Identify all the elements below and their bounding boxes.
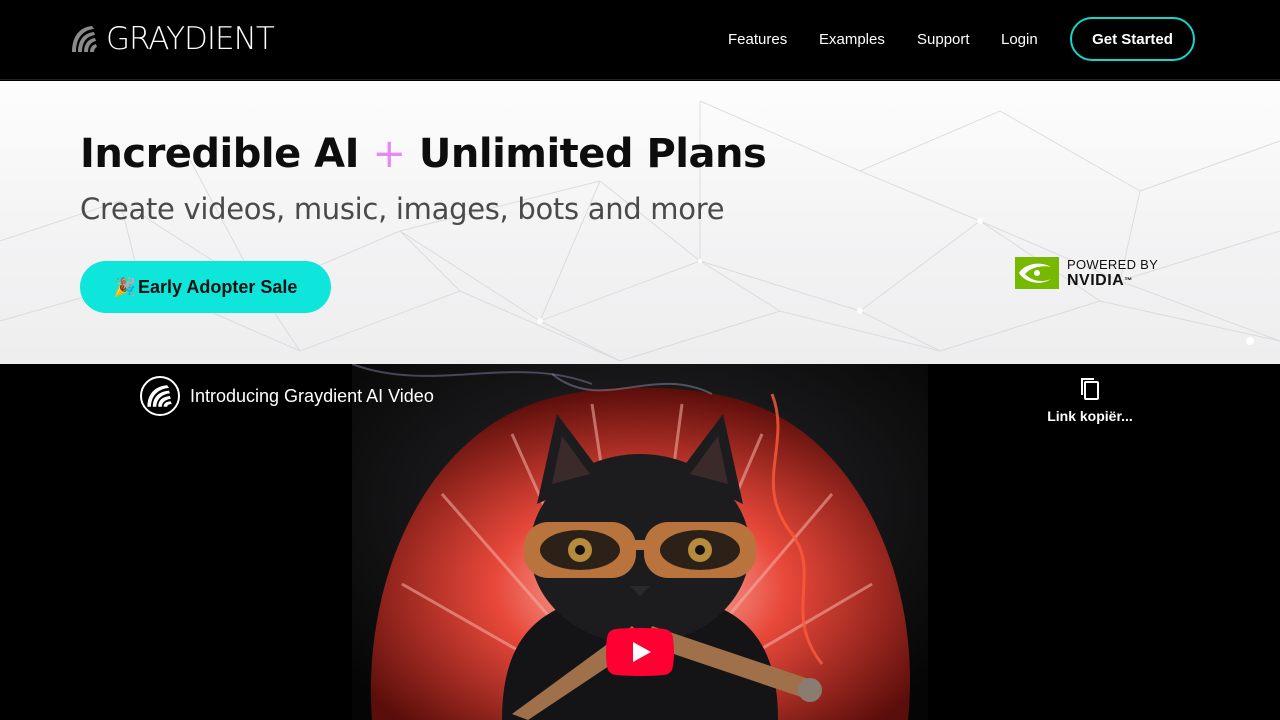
top-navigation: GRAYDIENT Features Examples Support Logi…: [0, 0, 1280, 80]
copy-link-label: Link kopiër...: [1047, 408, 1133, 424]
powered-by-label: POWERED BY: [1067, 257, 1159, 272]
nvidia-trademark: ™: [1124, 276, 1133, 285]
hero-title-plus: +: [372, 131, 406, 177]
graydient-logo-icon: [72, 26, 97, 52]
sale-label: Early Adopter Sale: [138, 276, 298, 297]
channel-avatar[interactable]: [140, 376, 180, 416]
hero-title-part1: Incredible AI: [80, 131, 360, 177]
nav-features-link[interactable]: Features: [728, 30, 787, 50]
nvidia-label: NVIDIA™: [1067, 273, 1158, 289]
channel-avatar-icon: [147, 385, 172, 407]
video-title[interactable]: Introducing Graydient AI Video: [190, 384, 434, 408]
nav-login-link[interactable]: Login: [1001, 30, 1038, 50]
play-button[interactable]: [606, 628, 674, 676]
hero-section: Incredible AI + Unlimited Plans Create v…: [0, 81, 1280, 364]
hero-subtitle: Create videos, music, images, bots and m…: [80, 192, 725, 226]
nav-examples-link[interactable]: Examples: [819, 30, 885, 50]
hero-title-part2: Unlimited Plans: [418, 131, 767, 177]
get-started-button[interactable]: Get Started: [1070, 17, 1195, 61]
graydient-logo[interactable]: GRAYDIENT: [70, 21, 275, 57]
nvidia-eye-icon: [1015, 257, 1059, 289]
hero-title: Incredible AI + Unlimited Plans: [80, 129, 767, 179]
video-embed[interactable]: Introducing Graydient AI Video Link kopi…: [0, 364, 1280, 720]
powered-by-nvidia-badge: POWERED BY NVIDIA™: [1015, 257, 1158, 289]
video-title-row[interactable]: Introducing Graydient AI Video: [140, 376, 434, 416]
early-adopter-sale-button[interactable]: 🎉 Early Adopter Sale: [80, 261, 331, 313]
logo-text: GRAYDIENT: [106, 21, 275, 57]
copy-link-icon: [1081, 378, 1099, 400]
copy-link-button[interactable]: Link kopiër...: [1040, 376, 1140, 424]
nvidia-wordmark: NVIDIA: [1067, 272, 1125, 289]
nvidia-text: POWERED BY NVIDIA™: [1067, 257, 1158, 289]
party-popper-icon: 🎉: [113, 276, 137, 297]
nav-support-link[interactable]: Support: [917, 30, 970, 50]
